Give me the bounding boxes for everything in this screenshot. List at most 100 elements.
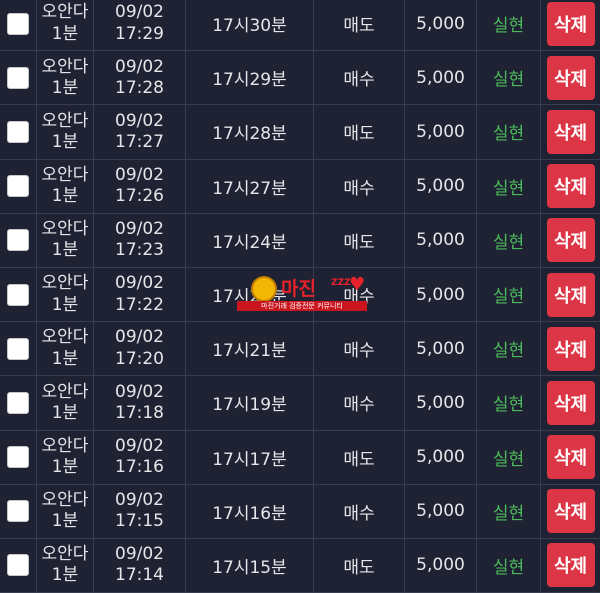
amount-value: 5,000 — [416, 338, 465, 359]
row-checkbox[interactable] — [7, 175, 29, 198]
side-label: 매도 — [343, 16, 375, 37]
table-row: 오안다 1분 09/02 17:14 17시15분 매도 5,000 실현 삭제 — [0, 538, 600, 593]
table-row: 오안다 1분 09/02 17:20 17시21분 매수 5,000 실현 삭제 — [0, 322, 600, 377]
result-status: 실현 — [492, 70, 525, 91]
row-checkbox[interactable] — [7, 446, 29, 469]
row-select-cell — [0, 322, 36, 375]
product-name: 오안다 — [41, 2, 89, 23]
product-interval: 1분 — [51, 240, 79, 261]
order-time-cell: 09/02 17:23 — [93, 213, 185, 267]
product-name: 오안다 — [41, 219, 89, 240]
product-name: 오안다 — [41, 56, 89, 77]
order-time-cell: 09/02 17:16 — [93, 430, 185, 484]
order-time-cell: 09/02 17:14 — [93, 538, 185, 593]
row-checkbox[interactable] — [7, 283, 29, 306]
amount-value: 5,000 — [416, 501, 465, 522]
watermark-logo: 마진 ZZZ ♥ 마진거래 검증전문 커뮤니티 — [237, 276, 367, 312]
side-label: 매수 — [343, 341, 375, 362]
result-cell: 실현 — [476, 213, 540, 267]
delete-button[interactable]: 삭제 — [546, 1, 595, 46]
amount-value: 5,000 — [416, 67, 465, 88]
result-cell: 실현 — [476, 51, 540, 105]
result-cell: 실현 — [476, 484, 540, 538]
delete-button[interactable]: 삭제 — [546, 543, 595, 588]
delete-button[interactable]: 삭제 — [546, 109, 595, 154]
row-select-cell — [0, 431, 36, 484]
row-checkbox[interactable] — [7, 337, 29, 360]
product-cell: 오안다 1분 — [36, 430, 93, 484]
result-cell: 실현 — [476, 159, 540, 213]
product-cell: 오안다 1분 — [36, 159, 93, 213]
round-label: 17시27분 — [212, 178, 287, 199]
amount-value: 5,000 — [416, 555, 465, 576]
heart-icon: ♥ — [349, 274, 366, 295]
delete-button[interactable]: 삭제 — [546, 326, 595, 371]
delete-cell: 삭제 — [540, 51, 600, 105]
side-cell: 매수 — [313, 51, 404, 105]
order-time-cell: 09/02 17:22 — [93, 267, 185, 322]
delete-button[interactable]: 삭제 — [546, 55, 595, 100]
row-checkbox[interactable] — [7, 120, 29, 143]
product-name: 오안다 — [41, 110, 89, 131]
product-interval: 1분 — [51, 131, 79, 152]
delete-button[interactable]: 삭제 — [546, 380, 595, 425]
amount-value: 5,000 — [416, 284, 465, 305]
product-name: 오안다 — [41, 327, 89, 348]
product-name: 오안다 — [41, 544, 89, 565]
order-time: 17:28 — [115, 77, 164, 98]
delete-cell: 삭제 — [540, 484, 600, 538]
round-cell: 17시24분 — [185, 213, 313, 267]
product-cell: 오안다 1분 — [36, 51, 93, 105]
table-row: 오안다 1분 09/02 17:26 17시27분 매수 5,000 실현 삭제 — [0, 159, 600, 214]
result-cell: 실현 — [476, 322, 540, 376]
row-checkbox[interactable] — [7, 12, 29, 35]
round-cell: 17시21분 — [185, 322, 313, 376]
order-time-cell: 09/02 17:27 — [93, 105, 185, 159]
row-checkbox[interactable] — [7, 500, 29, 523]
delete-cell: 삭제 — [540, 159, 600, 213]
watermark-tag: ZZZ — [331, 278, 351, 288]
side-cell: 매수 — [313, 159, 404, 213]
side-label: 매수 — [343, 395, 375, 416]
amount-value: 5,000 — [416, 13, 465, 34]
delete-button[interactable]: 삭제 — [546, 435, 595, 480]
product-interval: 1분 — [51, 565, 79, 586]
order-time: 17:14 — [115, 565, 164, 586]
side-cell: 매도 — [313, 430, 404, 484]
side-cell: 매수 — [313, 484, 404, 538]
side-cell: 매도 — [313, 105, 404, 159]
order-time-cell: 09/02 17:28 — [93, 51, 185, 105]
product-cell: 오안다 1분 — [36, 322, 93, 376]
row-checkbox[interactable] — [7, 66, 29, 89]
order-time: 17:18 — [115, 402, 164, 423]
result-status: 실현 — [492, 124, 525, 145]
delete-cell: 삭제 — [540, 0, 600, 51]
delete-button[interactable]: 삭제 — [546, 272, 595, 317]
order-date: 09/02 — [115, 110, 164, 131]
table-row: 오안다 1분 09/02 17:29 17시30분 매도 5,000 실현 삭제 — [0, 0, 600, 52]
product-cell: 오안다 1분 — [36, 213, 93, 267]
round-cell: 17시29분 — [185, 51, 313, 105]
side-label: 매도 — [343, 557, 375, 578]
round-cell: 17시15분 — [185, 538, 313, 593]
delete-button[interactable]: 삭제 — [546, 489, 595, 534]
row-checkbox[interactable] — [7, 554, 29, 577]
order-time: 17:27 — [115, 131, 164, 152]
result-cell: 실현 — [476, 267, 540, 322]
product-cell: 오안다 1분 — [36, 538, 93, 593]
round-cell: 17시28분 — [185, 105, 313, 159]
delete-button[interactable]: 삭제 — [546, 218, 595, 263]
product-name: 오안다 — [41, 381, 89, 402]
order-time: 17:20 — [115, 348, 164, 369]
result-status: 실현 — [492, 178, 525, 199]
row-checkbox[interactable] — [7, 391, 29, 414]
table-row: 오안다 1분 09/02 17:15 17시16분 매수 5,000 실현 삭제 — [0, 484, 600, 539]
round-cell: 17시19분 — [185, 376, 313, 430]
amount-value: 5,000 — [416, 392, 465, 413]
order-date: 09/02 — [115, 544, 164, 565]
result-cell: 실현 — [476, 105, 540, 159]
delete-button[interactable]: 삭제 — [546, 164, 595, 209]
product-interval: 1분 — [51, 186, 79, 207]
order-time-cell: 09/02 17:18 — [93, 376, 185, 430]
row-checkbox[interactable] — [7, 229, 29, 252]
